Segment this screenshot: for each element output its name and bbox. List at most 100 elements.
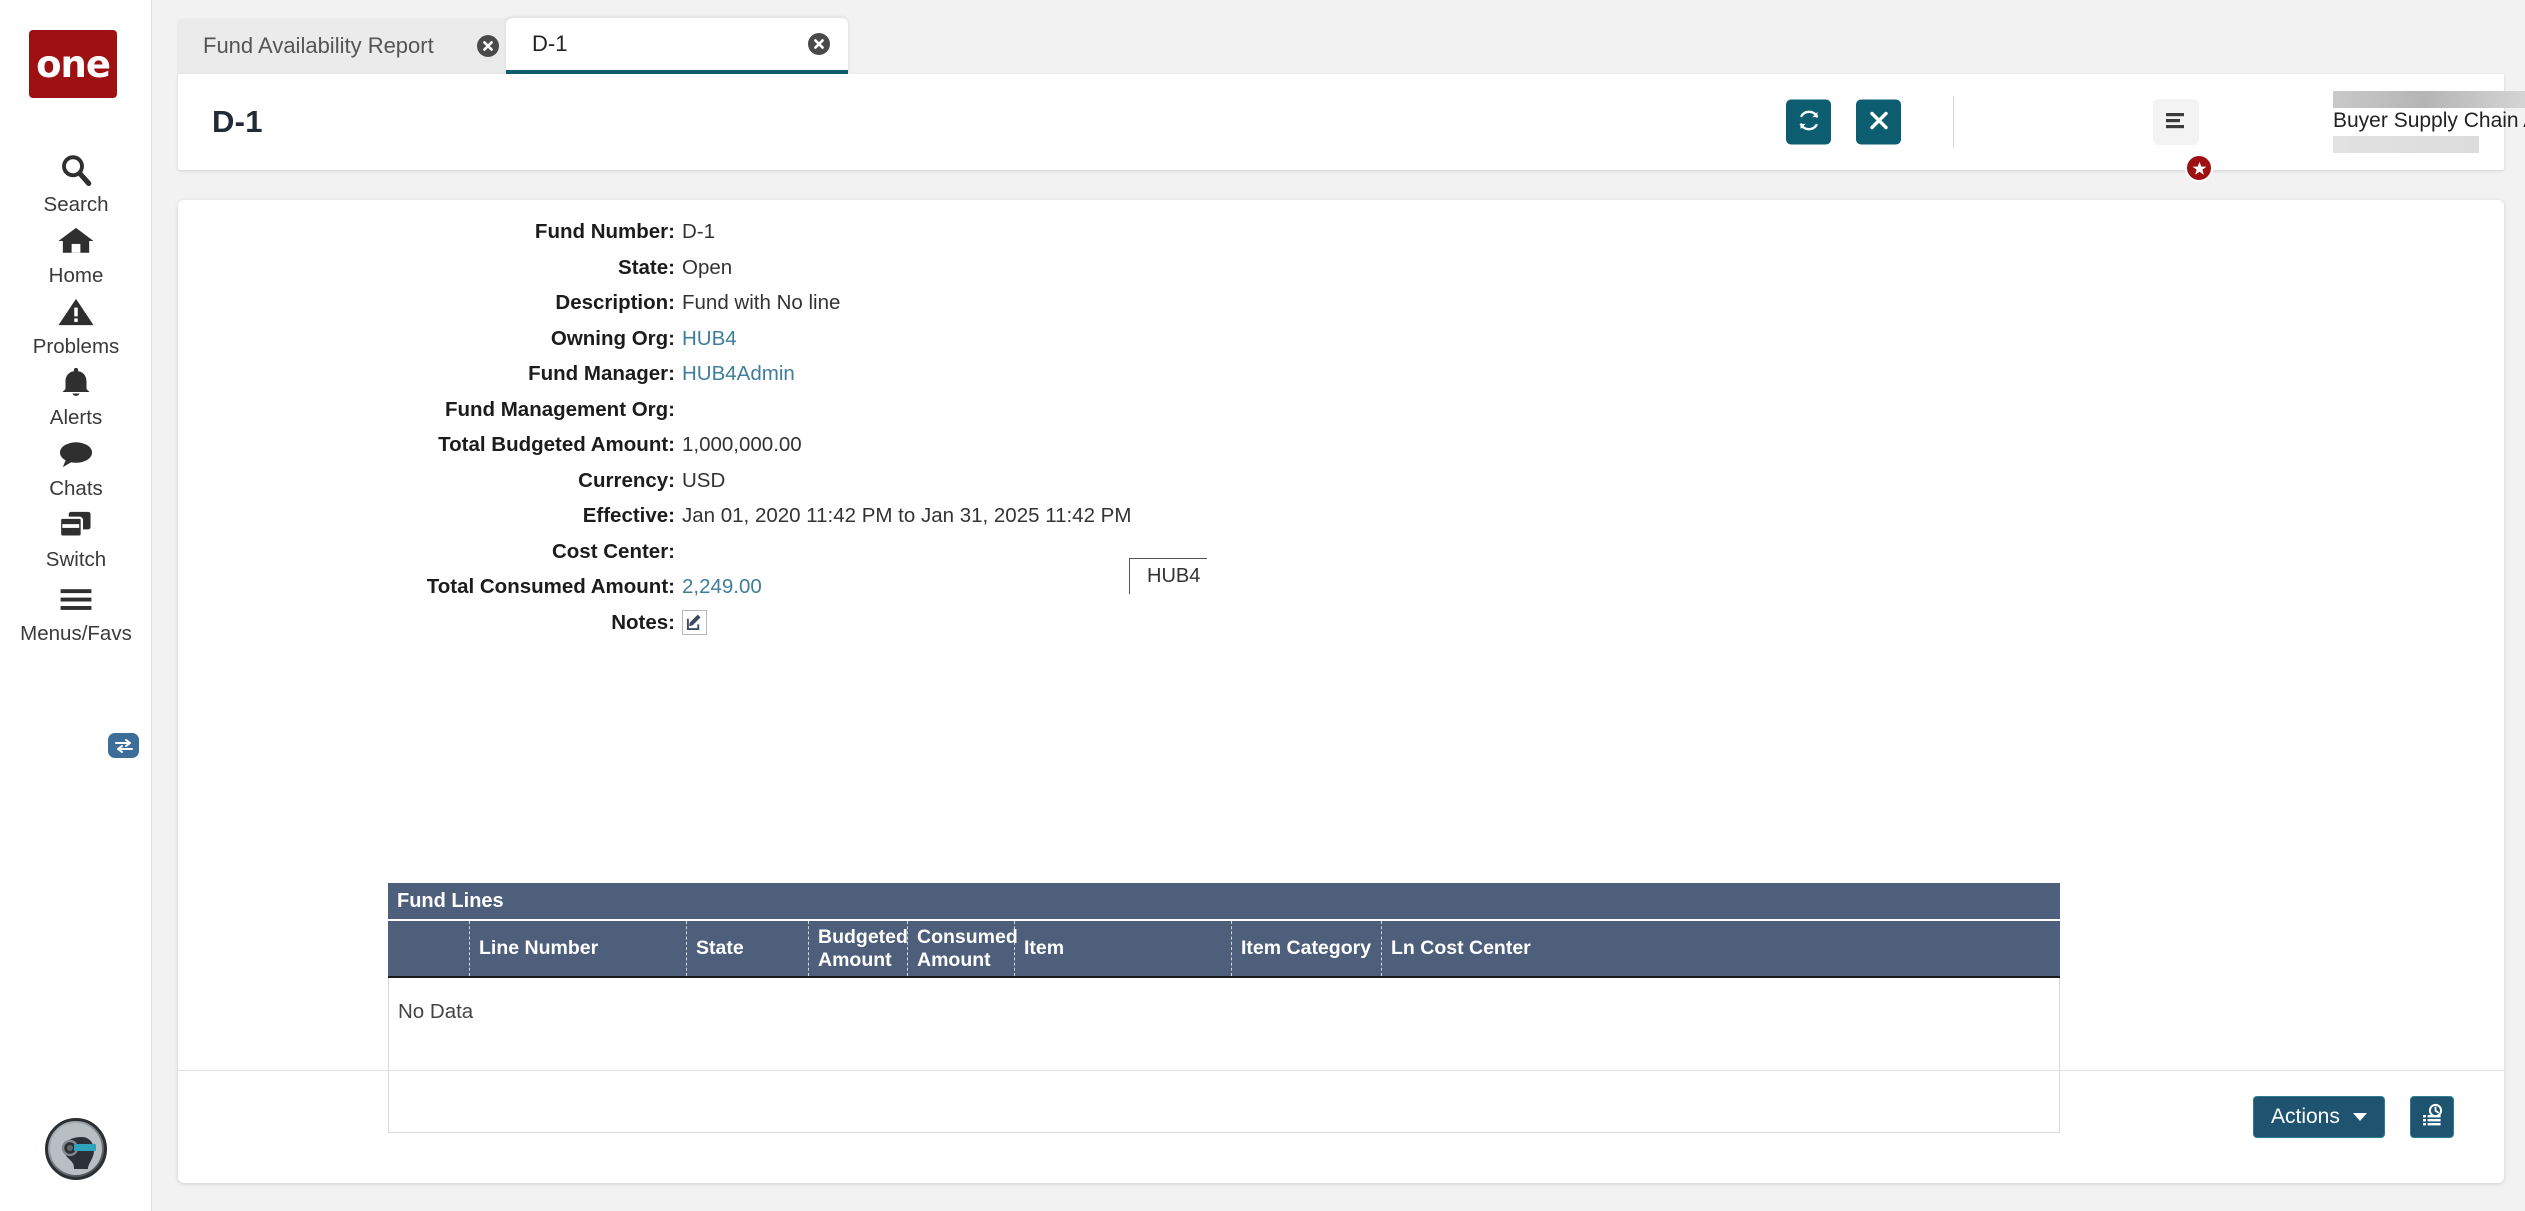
table-column-header-consumed-amount[interactable]: Consumed Amount xyxy=(907,921,1018,976)
field-label: Notes: xyxy=(611,610,675,634)
field-label: Effective: xyxy=(582,504,675,527)
table-column-header-state[interactable]: State xyxy=(686,921,808,976)
history-button[interactable] xyxy=(2410,1096,2454,1138)
warning-triangle-icon xyxy=(57,290,95,334)
app-logo[interactable]: one xyxy=(29,30,117,98)
app-logo-text: one xyxy=(36,42,111,86)
redacted-bar-top xyxy=(2333,91,2525,108)
field-value: Fund with No line xyxy=(682,291,841,314)
table-column-header-line-number[interactable]: Line Number xyxy=(469,921,686,976)
field-value-link[interactable]: HUB4Admin xyxy=(675,360,795,386)
field-row-owning-org: Owning Org: HUB4 xyxy=(178,325,1298,361)
field-label: Currency: xyxy=(578,468,675,492)
bell-icon xyxy=(58,361,94,405)
table-body: No Data xyxy=(388,978,2060,1133)
field-label: Cost Center: xyxy=(551,539,675,563)
list-menu-icon xyxy=(2164,110,2188,135)
field-row-fund-manager: Fund Manager: HUB4Admin xyxy=(178,360,1298,396)
content-card: Fund Number: D-1 State: Open Description… xyxy=(178,200,2504,1183)
tab-fund-availability-report[interactable]: Fund Availability Report xyxy=(177,18,517,74)
footer-divider xyxy=(178,1070,2504,1071)
history-clock-list-icon xyxy=(2420,1103,2444,1132)
field-row-state: State: Open xyxy=(178,254,1298,290)
exchange-arrows-icon[interactable] xyxy=(108,733,139,758)
avatar[interactable] xyxy=(45,1118,107,1180)
tab-label: D-1 xyxy=(532,31,568,56)
field-label: Owning Org: xyxy=(550,326,675,350)
page-header: D-1 Buyer Supply Chain xyxy=(178,74,2525,182)
field-value-link[interactable]: 2,249.00 xyxy=(675,573,762,599)
header-divider xyxy=(1953,96,1954,148)
field-value: Jan 01, 2020 11:42 PM to Jan 31, 2025 11… xyxy=(682,504,1132,527)
field-value: Open xyxy=(682,255,733,279)
sidebar-item-label: Home xyxy=(48,264,104,287)
fund-lines-table: Fund Lines Line Number State Budgeted Am… xyxy=(388,883,2060,1133)
table-column-header-budgeted-amount[interactable]: Budgeted Amount xyxy=(808,921,908,976)
field-row-fund-number: Fund Number: D-1 xyxy=(178,218,1298,254)
sidebar-item-chats[interactable]: Chats xyxy=(0,432,152,501)
table-column-header-ln-cost-center[interactable]: Ln Cost Center xyxy=(1381,921,1531,976)
field-row-currency: Currency: USD xyxy=(178,467,1298,503)
sidebar-item-label: Menus/Favs xyxy=(20,622,132,645)
sidebar-item-label: Chats xyxy=(49,477,103,500)
sidebar-item-search[interactable]: Search xyxy=(0,148,152,217)
table-title: Fund Lines xyxy=(388,883,2060,921)
field-label: Description: xyxy=(555,291,675,314)
tab-bar: Fund Availability Report D-1 xyxy=(152,0,2525,74)
close-button[interactable] xyxy=(1856,99,1901,145)
field-label: Fund Management Org: xyxy=(444,397,675,421)
search-icon xyxy=(58,148,94,192)
field-label: State: xyxy=(618,255,675,279)
table-empty-message: No Data xyxy=(398,1000,474,1023)
field-value: D-1 xyxy=(682,220,716,243)
field-label: Total Budgeted Amount: xyxy=(438,433,675,456)
field-row-fund-management-org: Fund Management Org: xyxy=(178,396,1298,432)
field-value-link[interactable]: HUB4 xyxy=(675,325,737,351)
sidebar-item-home[interactable]: Home xyxy=(0,219,152,288)
field-value: USD xyxy=(682,468,726,492)
tooltip-hub4: HUB4 xyxy=(1129,558,1207,594)
tab-label: Fund Availability Report xyxy=(203,33,434,58)
edit-pencil-icon[interactable] xyxy=(682,609,707,635)
field-value: 1,000,000.00 xyxy=(682,433,802,456)
tab-d-1[interactable]: D-1 xyxy=(506,18,848,74)
table-column-header-item-category[interactable]: Item Category xyxy=(1231,921,1381,976)
refresh-button[interactable] xyxy=(1786,99,1831,145)
page-title: D-1 xyxy=(212,104,263,139)
user-block[interactable]: Buyer Supply Chain Admin xyxy=(2333,91,2525,153)
table-header-row: Line Number State Budgeted Amount Consum… xyxy=(388,921,2060,978)
sidebar-item-label: Alerts xyxy=(49,406,103,429)
sidebar-item-label: Switch xyxy=(45,548,107,571)
field-label: Total Consumed Amount: xyxy=(426,575,675,598)
field-row-effective: Effective: Jan 01, 2020 11:42 PM to Jan … xyxy=(178,502,1298,538)
close-circle-icon[interactable] xyxy=(477,35,499,57)
redacted-bar-bottom xyxy=(2333,136,2479,153)
chat-bubble-icon xyxy=(57,432,95,476)
table-column-header-item[interactable]: Item xyxy=(1014,921,1231,976)
sidebar: one Search Home Problems Alerts Chats Sw… xyxy=(0,0,152,1211)
close-x-icon xyxy=(1868,110,1890,135)
field-label: Fund Number: xyxy=(534,220,675,243)
caret-down-icon xyxy=(2352,1113,2367,1121)
close-circle-icon[interactable] xyxy=(808,33,830,55)
field-value xyxy=(675,538,682,540)
actions-button[interactable]: Actions xyxy=(2253,1096,2385,1138)
menu-button[interactable] xyxy=(2153,99,2199,145)
user-name: Buyer Supply Chain Admin xyxy=(2333,109,2525,132)
hamburger-icon xyxy=(57,577,95,621)
table-column-header-select[interactable] xyxy=(388,921,469,976)
refresh-icon xyxy=(1797,109,1821,136)
field-row-notes: Notes: xyxy=(178,609,1298,645)
home-icon xyxy=(57,219,95,263)
field-value xyxy=(675,396,682,398)
sidebar-item-switch[interactable]: Switch xyxy=(0,503,152,572)
field-label: Fund Manager: xyxy=(528,362,675,385)
sidebar-item-alerts[interactable]: Alerts xyxy=(0,361,152,430)
sidebar-item-label: Search xyxy=(43,193,109,216)
windows-switch-icon xyxy=(57,503,95,547)
field-row-total-budgeted-amount: Total Budgeted Amount: 1,000,000.00 xyxy=(178,431,1298,467)
field-row-description: Description: Fund with No line xyxy=(178,289,1298,325)
star-icon xyxy=(2185,154,2213,182)
sidebar-item-problems[interactable]: Problems xyxy=(0,290,152,359)
sidebar-item-menus-favs[interactable]: Menus/Favs xyxy=(0,577,152,646)
